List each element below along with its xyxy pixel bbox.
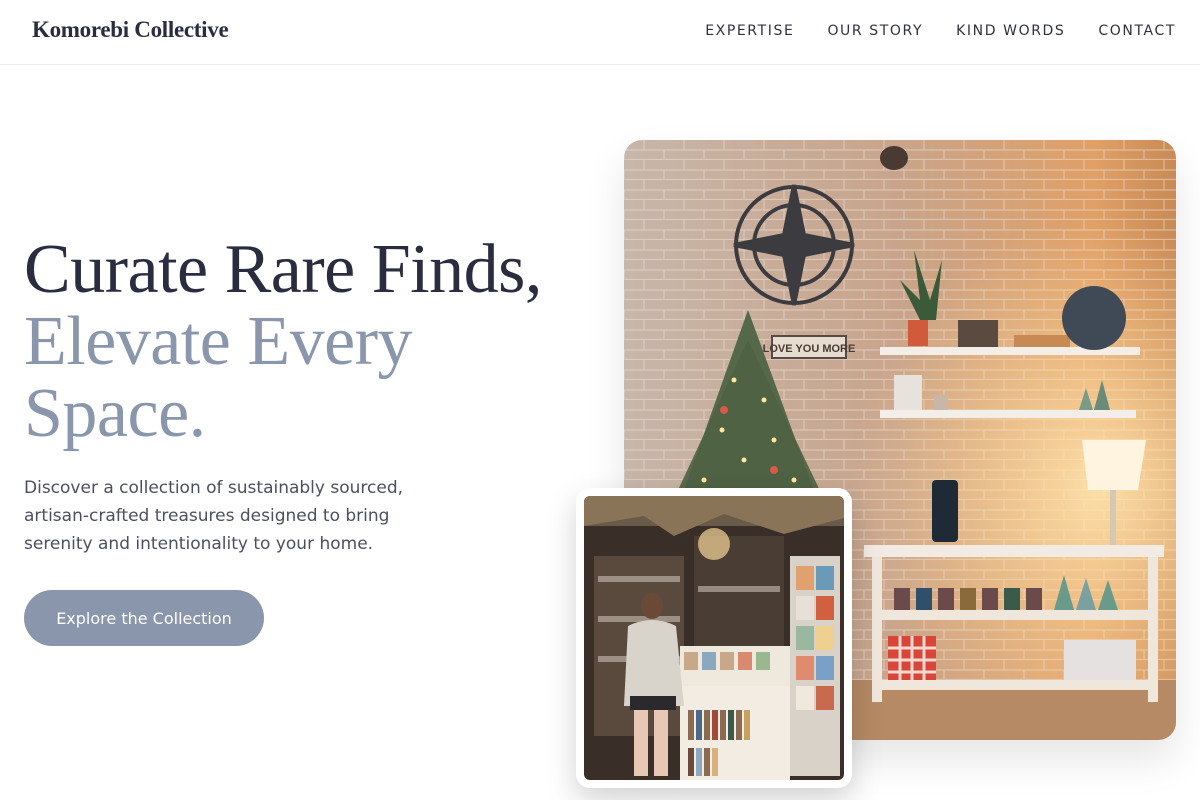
nav-link-kind-words[interactable]: KIND WORDS bbox=[956, 23, 1065, 39]
nav-link-expertise[interactable]: EXPERTISE bbox=[705, 23, 794, 39]
explore-collection-button[interactable]: Explore the Collection bbox=[24, 590, 264, 646]
site-header: Komorebi Collective EXPERTISE OUR STORY … bbox=[0, 0, 1200, 65]
main-nav: EXPERTISE OUR STORY KIND WORDS CONTACT bbox=[705, 23, 1176, 39]
hero-title-accent: Elevate Every Space. bbox=[24, 303, 413, 452]
nav-link-our-story[interactable]: OUR STORY bbox=[827, 23, 923, 39]
brand-logo[interactable]: Komorebi Collective bbox=[32, 17, 229, 43]
nav-link-contact[interactable]: CONTACT bbox=[1098, 23, 1176, 39]
hero-inset-image-frame bbox=[576, 488, 852, 788]
wall-sign-text: LOVE YOU MORE bbox=[763, 343, 856, 355]
hero-title-line1: Curate Rare Finds, bbox=[24, 231, 542, 308]
hero-title: Curate Rare Finds, Elevate Every Space. bbox=[24, 234, 604, 450]
hero-description: Discover a collection of sustainably sou… bbox=[24, 478, 404, 554]
hero-inset-image bbox=[584, 496, 844, 780]
